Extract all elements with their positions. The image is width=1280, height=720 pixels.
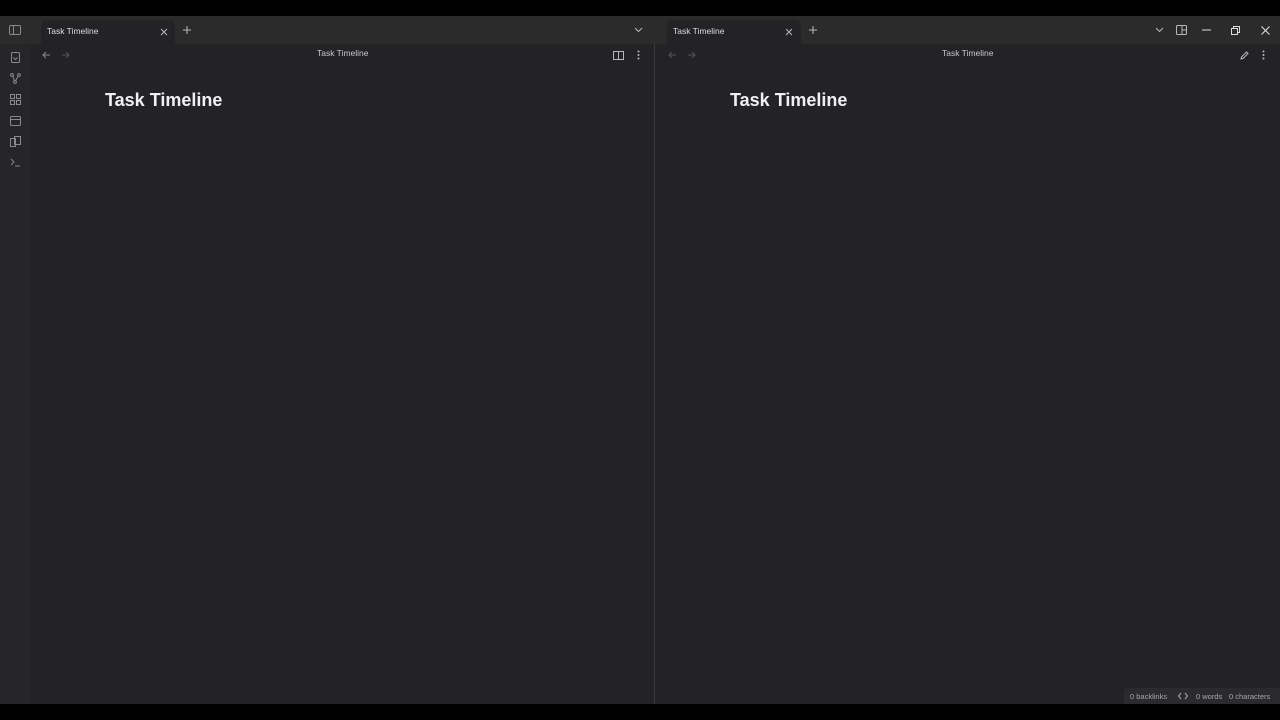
character-count: 0 characters (1229, 692, 1271, 701)
templates-icon[interactable] (8, 134, 22, 148)
left-document-title[interactable]: Task Timeline (105, 90, 222, 111)
more-options-icon[interactable] (631, 48, 645, 62)
left-view-header-title[interactable]: Task Timeline (317, 48, 369, 58)
backlinks-count[interactable]: 0 backlinks (1130, 692, 1167, 701)
tab-right-task-timeline[interactable]: Task Timeline (667, 20, 801, 44)
ribbon (0, 44, 30, 704)
forward-arrow-icon[interactable] (684, 48, 698, 62)
tab-bar: Task Timeline Task Timeline (0, 16, 1280, 44)
tab-label: Task Timeline (673, 26, 725, 36)
close-window-icon[interactable] (1258, 23, 1272, 37)
window-top-border (0, 0, 1280, 16)
right-view-header-title[interactable]: Task Timeline (942, 48, 994, 58)
minimize-icon[interactable] (1199, 23, 1213, 37)
calendar-icon[interactable] (8, 113, 22, 127)
canvas-icon[interactable] (8, 92, 22, 106)
new-tab-icon[interactable] (180, 23, 194, 37)
files-icon[interactable] (8, 50, 22, 64)
restore-icon[interactable] (1228, 23, 1242, 37)
tab-left-task-timeline[interactable]: Task Timeline (41, 20, 175, 44)
forward-arrow-icon[interactable] (58, 48, 72, 62)
more-options-icon[interactable] (1256, 48, 1270, 62)
tab-label: Task Timeline (47, 26, 99, 36)
reading-view-icon[interactable] (611, 48, 625, 62)
right-editor-pane[interactable] (655, 44, 1280, 704)
back-arrow-icon[interactable] (39, 48, 53, 62)
tab-list-icon[interactable] (1152, 23, 1166, 37)
close-tab-icon[interactable] (783, 26, 795, 38)
close-tab-icon[interactable] (158, 26, 170, 38)
left-editor-pane[interactable] (30, 44, 654, 704)
layout-icon[interactable] (1174, 23, 1188, 37)
word-count: 0 words (1196, 692, 1223, 701)
status-bar: 0 backlinks 0 words 0 characters (1124, 688, 1280, 704)
right-document-title[interactable]: Task Timeline (730, 90, 847, 111)
terminal-icon[interactable] (8, 155, 22, 169)
window-bottom-border (0, 704, 1280, 720)
graph-icon[interactable] (8, 71, 22, 85)
new-tab-icon[interactable] (806, 23, 820, 37)
tab-list-icon[interactable] (631, 23, 645, 37)
sidebar-toggle-icon[interactable] (8, 23, 22, 37)
code-icon[interactable] (1178, 691, 1188, 701)
edit-pencil-icon[interactable] (1237, 48, 1251, 62)
back-arrow-icon[interactable] (665, 48, 679, 62)
